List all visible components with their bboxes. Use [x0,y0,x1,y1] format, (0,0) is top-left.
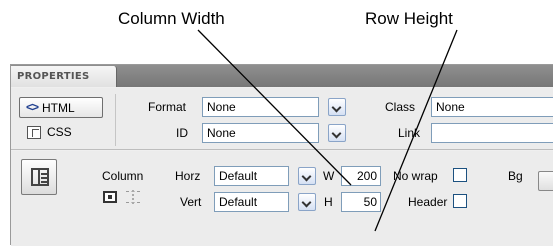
format-dropdown-icon[interactable] [328,98,346,116]
tab-properties[interactable]: PROPERTIES [11,66,117,87]
width-input[interactable]: 200 [341,166,381,186]
vert-label: Vert [180,195,202,209]
divider [115,94,116,146]
height-label: H [324,195,333,209]
format-label: Format [148,100,187,114]
properties-panel: PROPERTIES <> HTML CSS Format None ID No… [10,64,553,246]
class-label: Class [385,100,416,114]
header-checkbox[interactable] [453,194,467,208]
css-mode-button[interactable]: CSS [27,125,72,139]
row-height-callout: Row Height [365,9,453,28]
horz-select[interactable]: Default [214,166,289,186]
format-select[interactable]: None [202,97,319,117]
horz-label: Horz [175,169,201,183]
horz-dropdown-icon[interactable] [298,167,316,185]
bg-label: Bg [508,169,523,183]
link-input[interactable] [431,123,553,143]
css-button-label: CSS [47,125,72,139]
no-wrap-checkbox[interactable] [453,168,467,182]
cell-type-label: Column [102,169,144,183]
column-width-callout: Column Width [118,9,225,28]
vert-select[interactable]: Default [214,192,289,212]
header-label: Header [408,195,448,209]
id-select[interactable]: None [202,123,319,143]
id-dropdown-icon[interactable] [328,124,346,142]
split-cell-icon[interactable] [126,190,140,204]
html-mode-button[interactable]: <> HTML [19,97,103,118]
html-tag-icon: <> [26,100,39,114]
css-icon [27,126,41,139]
link-label: Link [398,126,421,140]
no-wrap-label: No wrap [393,169,438,183]
width-label: W [323,169,335,183]
color-picker-icon[interactable] [538,171,553,191]
cell-properties-icon [21,159,57,195]
vert-dropdown-icon[interactable] [298,193,316,211]
cell-properties-row: Column Horz Default Vert Default W 200 H… [11,151,553,246]
height-input[interactable]: 50 [341,192,381,212]
html-properties-row: <> HTML CSS Format None ID None Class No… [11,88,553,150]
panel-titlebar: PROPERTIES [11,65,553,87]
class-select[interactable]: None [431,97,553,117]
id-label: ID [176,126,188,140]
merge-cells-icon[interactable] [103,191,117,203]
html-button-label: HTML [42,101,75,115]
